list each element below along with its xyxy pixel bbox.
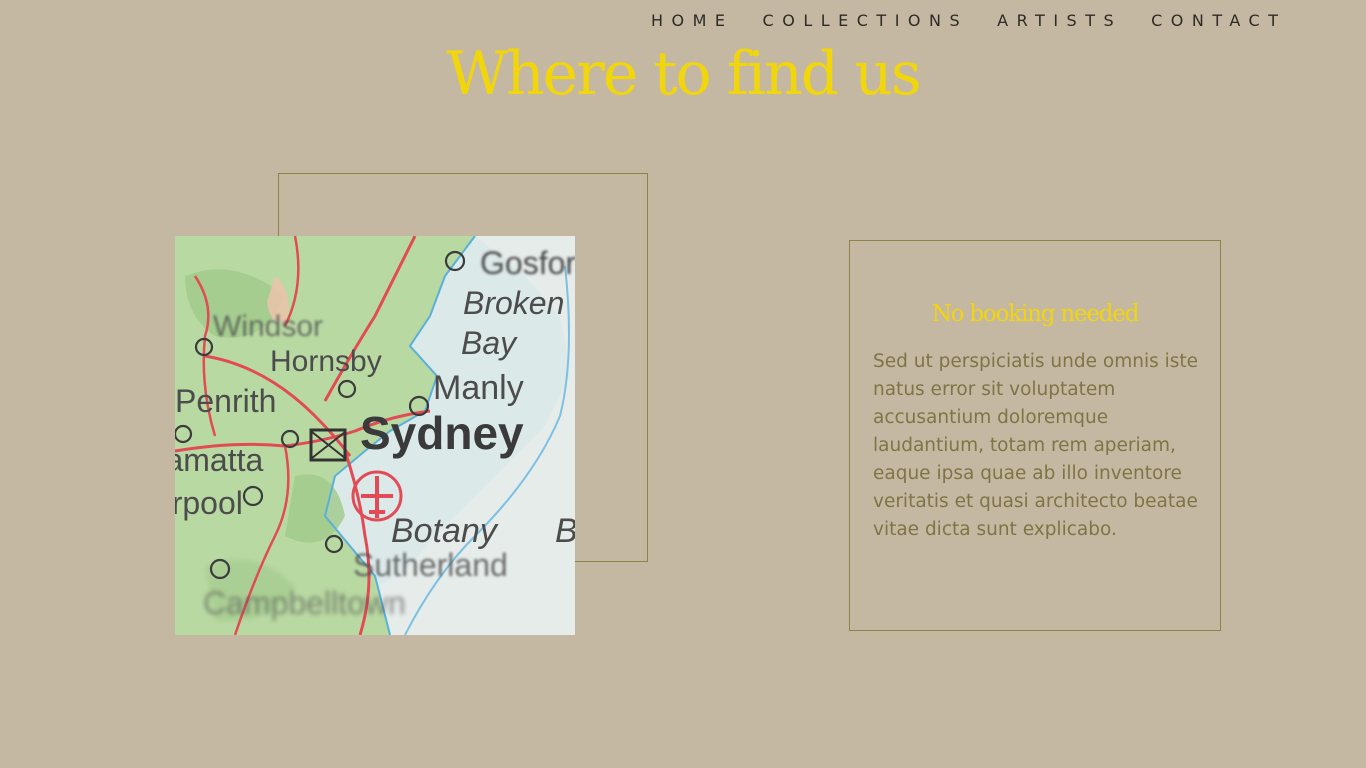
info-card-title: No booking needed [931, 301, 1140, 327]
sydney-map-image: Gosford Broken Bay Windsor Hornsby Manly… [175, 236, 575, 635]
map-label-campbelltown: Campbelltown [203, 585, 406, 621]
map-label-broken: Broken [463, 285, 564, 321]
nav-artists[interactable]: ARTISTS [997, 10, 1122, 32]
map-label-windsor: Windsor [213, 310, 323, 343]
map-label-penrith: Penrith [175, 383, 276, 419]
nav-collections[interactable]: COLLECTIONS [763, 10, 969, 32]
nav-contact[interactable]: CONTACT [1151, 10, 1286, 32]
map-label-manly: Manly [433, 369, 524, 407]
map-label-bay-south: Bay [555, 512, 575, 550]
map-label-bay-north: Bay [461, 325, 518, 361]
nav-home[interactable]: HOME [651, 10, 734, 32]
info-card: No booking needed Sed ut perspiciatis un… [849, 240, 1221, 631]
map-label-sydney: Sydney [360, 407, 524, 459]
map-label-parramatta: Parramatta [175, 442, 263, 478]
main-nav: HOME COLLECTIONS ARTISTS CONTACT [651, 10, 1287, 32]
page-title: Where to find us [446, 39, 921, 109]
info-card-body: Sed ut perspiciatis unde omnis iste natu… [873, 351, 1199, 540]
map-label-botany: Botany [391, 512, 499, 550]
map-label-hornsby: Hornsby [270, 345, 382, 378]
map-label-sutherland: Sutherland [353, 547, 508, 583]
map-label-liverpool: Liverpool [175, 485, 243, 521]
map-label-gosford: Gosford [480, 245, 575, 281]
